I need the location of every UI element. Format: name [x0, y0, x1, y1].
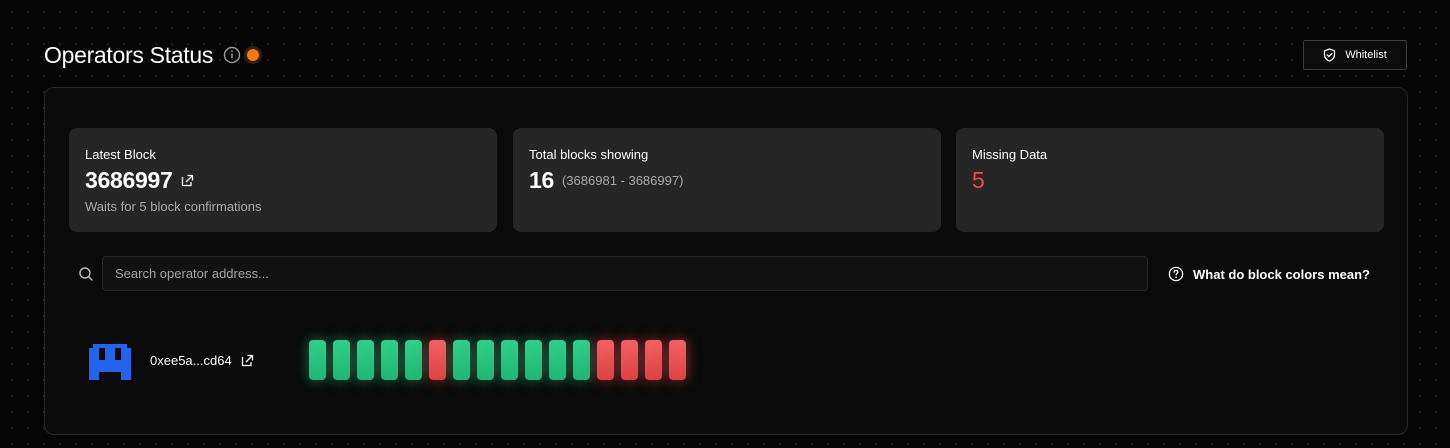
block-status-strip — [302, 320, 702, 400]
operator-avatar — [89, 340, 131, 380]
block-missing[interactable] — [645, 340, 662, 380]
block-ok[interactable] — [405, 340, 422, 380]
whitelist-label: Whitelist — [1345, 49, 1387, 61]
block-missing[interactable] — [621, 340, 638, 380]
block-ok[interactable] — [549, 340, 566, 380]
search-input[interactable] — [102, 256, 1148, 291]
block-ok[interactable] — [477, 340, 494, 380]
latest-block-card: Latest Block 3686997 Waits for 5 block c… — [69, 128, 497, 232]
block-ok[interactable] — [453, 340, 470, 380]
shield-check-icon — [1323, 48, 1336, 62]
whitelist-button[interactable]: Whitelist — [1303, 40, 1407, 70]
block-missing[interactable] — [429, 340, 446, 380]
block-ok[interactable] — [357, 340, 374, 380]
operator-row[interactable]: 0xee5a...cd64 — [89, 338, 254, 382]
total-blocks-value: 16 — [529, 166, 554, 193]
search-icon — [78, 266, 94, 282]
block-ok[interactable] — [501, 340, 518, 380]
confirmation-note: Waits for 5 block confirmations — [85, 199, 262, 214]
operators-panel: Latest Block 3686997 Waits for 5 block c… — [44, 87, 1408, 435]
missing-data-card: Missing Data 5 — [956, 128, 1384, 232]
block-ok[interactable] — [573, 340, 590, 380]
operator-address[interactable]: 0xee5a...cd64 — [150, 353, 232, 368]
external-link-icon[interactable] — [181, 174, 194, 187]
missing-data-label: Missing Data — [972, 147, 1048, 162]
info-icon[interactable] — [223, 46, 241, 64]
block-ok[interactable] — [309, 340, 326, 380]
latest-block-label: Latest Block — [85, 147, 156, 162]
status-indicator — [247, 49, 260, 61]
help-label: What do block colors mean? — [1193, 266, 1370, 282]
block-missing[interactable] — [597, 340, 614, 380]
block-range: (3686981 - 3686997) — [561, 172, 684, 188]
block-ok[interactable] — [525, 340, 542, 380]
missing-data-value: 5 — [972, 166, 985, 193]
question-circle-icon — [1168, 266, 1184, 282]
latest-block-value: 3686997 — [85, 166, 173, 193]
block-missing[interactable] — [669, 340, 686, 380]
block-ok[interactable] — [333, 340, 350, 380]
block-colors-help-link[interactable]: What do block colors mean? — [1168, 264, 1370, 284]
external-link-icon[interactable] — [241, 354, 254, 367]
page-title: Operators Status — [44, 41, 214, 68]
total-blocks-card: Total blocks showing 16 (3686981 - 36869… — [513, 128, 941, 232]
total-blocks-label: Total blocks showing — [529, 147, 649, 162]
block-ok[interactable] — [381, 340, 398, 380]
page-header: Operators Status — [44, 40, 260, 70]
